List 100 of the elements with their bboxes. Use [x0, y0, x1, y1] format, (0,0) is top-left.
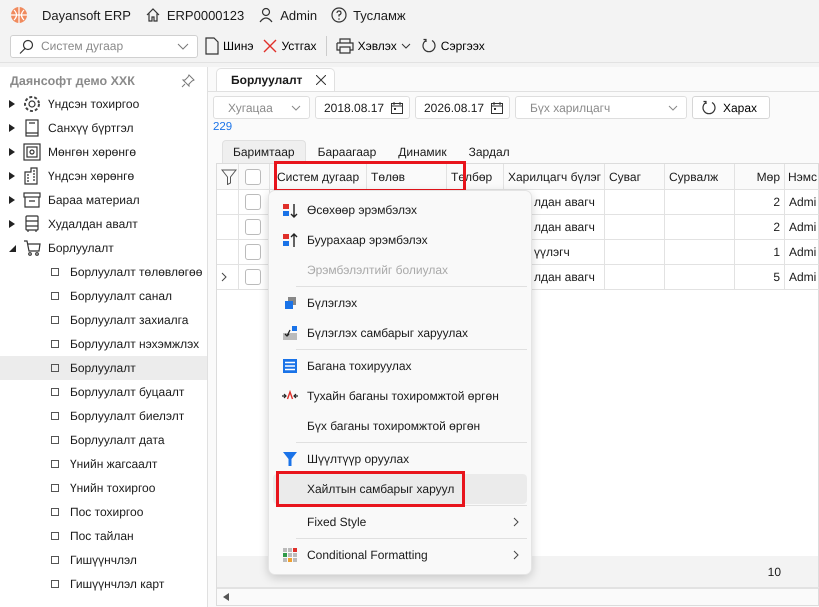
- document-tab[interactable]: Борлуулалт: [216, 68, 336, 91]
- row-expander-cell[interactable]: [217, 240, 239, 265]
- calendar-icon: [491, 102, 503, 114]
- square-icon: [51, 292, 59, 300]
- refresh-icon: [701, 100, 717, 116]
- user-name[interactable]: Admin: [280, 8, 318, 22]
- square-icon: [51, 508, 59, 516]
- column-header[interactable]: Суваг: [605, 164, 665, 190]
- home-icon: [144, 7, 161, 23]
- summary-value: 10: [768, 564, 781, 578]
- table-cell: [665, 215, 735, 240]
- cart-icon: [23, 239, 41, 257]
- view-tab[interactable]: Динамик: [388, 141, 457, 163]
- scrollbar[interactable]: [217, 588, 818, 605]
- help-link[interactable]: Тусламж: [353, 8, 406, 22]
- view-tab[interactable]: Бараагаар: [308, 141, 386, 163]
- square-icon: [51, 436, 59, 444]
- menu-item[interactable]: Бүлэглэх самбарыг харуулах: [273, 318, 527, 348]
- tree-item[interactable]: Борлуулалт санал: [0, 284, 207, 308]
- table-cell: Admi: [785, 265, 819, 290]
- tree-item[interactable]: Борлуулалт төлөвлөгөө: [0, 260, 207, 284]
- square-icon: [51, 556, 59, 564]
- record-count-link[interactable]: 229: [213, 121, 232, 133]
- company-title: Даянсофт демо ХХК: [10, 74, 135, 88]
- row-expander-cell[interactable]: [217, 190, 239, 215]
- column-header[interactable]: Сурвалж: [665, 164, 735, 190]
- close-icon: [263, 39, 278, 53]
- column-header[interactable]: [217, 164, 239, 190]
- menu-item[interactable]: Хайлтын самбарыг харуул: [273, 474, 527, 504]
- tree-item[interactable]: Борлуулалт буцаалт: [0, 380, 207, 404]
- menu-item[interactable]: Шүүлтүүр оруулах: [273, 444, 527, 474]
- square-icon: [51, 580, 59, 588]
- book-icon: [23, 119, 41, 137]
- table-cell: 2: [735, 190, 785, 215]
- gear-icon: [23, 95, 41, 113]
- tree-item[interactable]: Борлуулалт биелэлт: [0, 404, 207, 428]
- refresh-icon: [420, 38, 437, 54]
- menu-item[interactable]: Бүх баганы тохиромжтой өргөн: [273, 411, 527, 441]
- sort-ascending-icon: [282, 202, 298, 218]
- checkbox[interactable]: [245, 244, 261, 260]
- cabinet-icon: [23, 215, 41, 233]
- checkbox[interactable]: [245, 219, 261, 235]
- tree-item[interactable]: Борлуулалт нэхэмжлэх: [0, 332, 207, 356]
- help-icon: [331, 7, 348, 23]
- square-icon: [51, 316, 59, 324]
- date-field[interactable]: 2026.08.17: [415, 96, 510, 119]
- tree-item[interactable]: Борлуулалт дата: [0, 428, 207, 452]
- scroll-left-icon: [223, 593, 229, 601]
- menu-item[interactable]: Бүлэглэх: [273, 288, 527, 318]
- toolbar-button[interactable]: Сэргээх: [418, 36, 488, 56]
- tree-item[interactable]: Пос тайлан: [0, 524, 207, 548]
- tree-item[interactable]: Үнийн жагсаалт: [0, 452, 207, 476]
- tree-item[interactable]: Гишүүнчлэл: [0, 548, 207, 572]
- tree-item[interactable]: Худалдан авалт: [0, 212, 207, 236]
- tree-item[interactable]: Борлуулалт захиалга: [0, 308, 207, 332]
- checkbox[interactable]: [245, 269, 261, 285]
- date-field[interactable]: 2018.08.17: [315, 96, 410, 119]
- table-cell: [605, 240, 665, 265]
- toolbar-button[interactable]: Устгах: [260, 37, 320, 55]
- tree-item[interactable]: Гишүүнчлэл карт: [0, 572, 207, 596]
- column-header[interactable]: Нэмс: [785, 164, 819, 190]
- tree-item[interactable]: Үндсэн хөрөнгө: [0, 164, 207, 188]
- tree-item[interactable]: Мөнгөн хөрөнгө: [0, 140, 207, 164]
- expand-arrow-icon: [8, 100, 16, 108]
- document-number: ERP0000123: [166, 8, 244, 22]
- menu-item[interactable]: Fixed Style: [273, 507, 527, 537]
- toolbar-button[interactable]: Шинэ: [202, 35, 256, 57]
- tree-item[interactable]: Бараа материал: [0, 188, 207, 212]
- menu-item[interactable]: Багана тохируулах: [273, 351, 527, 381]
- tree-item[interactable]: Санхүү бүртгэл: [0, 116, 207, 140]
- row-expander-cell[interactable]: [217, 215, 239, 240]
- group-icon: [282, 295, 298, 311]
- search-field[interactable]: Систем дугаар: [10, 34, 198, 58]
- square-icon: [51, 364, 59, 372]
- tree-item[interactable]: Үндсэн тохиргоо: [0, 92, 207, 116]
- expand-arrow-icon: [8, 148, 16, 156]
- table-cell: [605, 215, 665, 240]
- tree-item[interactable]: Борлуулалт: [0, 236, 207, 260]
- view-button[interactable]: Харах: [692, 96, 770, 119]
- calendar-icon: [391, 102, 403, 114]
- expand-arrow-icon: [8, 220, 16, 228]
- toolbar-button[interactable]: Хэвлэх: [332, 36, 414, 56]
- tree-item[interactable]: Үнийн тохиргоо: [0, 476, 207, 500]
- checkbox[interactable]: [245, 194, 261, 210]
- column-header[interactable]: Мөр: [735, 164, 785, 190]
- close-icon: [316, 75, 326, 85]
- menu-item[interactable]: Conditional Formatting: [273, 540, 527, 570]
- table-cell: Admi: [785, 240, 819, 265]
- sort-descending-icon: [282, 232, 298, 248]
- expand-arrow-icon: [8, 124, 16, 132]
- tree-item[interactable]: Пос тохиргоо: [0, 500, 207, 524]
- checkbox[interactable]: [245, 168, 261, 184]
- globe-icon: [10, 6, 28, 24]
- funnel-icon: [282, 451, 298, 467]
- app-name: Dayansoft ERP: [42, 8, 131, 22]
- view-tab[interactable]: Зардал: [458, 141, 520, 163]
- row-expander-cell[interactable]: [217, 265, 239, 290]
- menu-item[interactable]: Тухайн баганы тохиромжтой өргөн: [273, 381, 527, 411]
- view-tab[interactable]: Баримтаар: [222, 140, 306, 163]
- tree-item[interactable]: Борлуулалт: [0, 356, 207, 380]
